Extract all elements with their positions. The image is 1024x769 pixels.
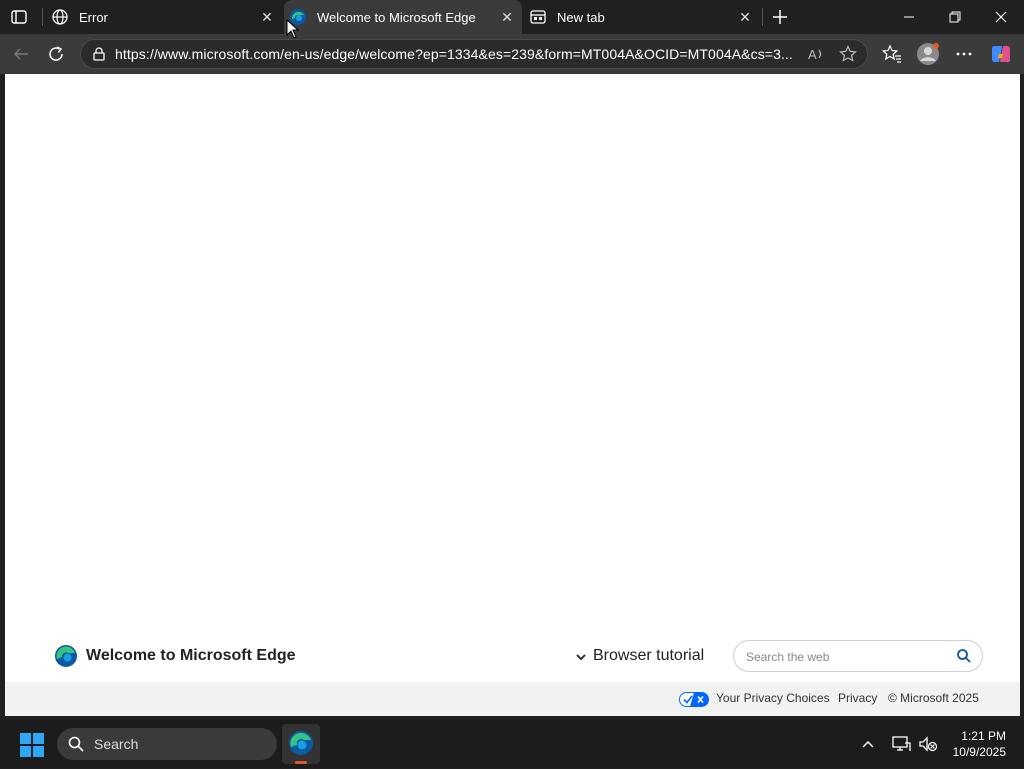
volume-muted-icon[interactable]: [918, 734, 938, 754]
favorites-icon[interactable]: [877, 39, 907, 69]
windows-start-icon[interactable]: [20, 733, 44, 757]
minimize-button[interactable]: [886, 0, 932, 34]
search-icon: [68, 736, 84, 752]
search-icon[interactable]: [956, 648, 972, 664]
close-tab-icon[interactable]: ✕: [736, 8, 754, 26]
tab-error[interactable]: Error ✕: [46, 0, 282, 34]
close-tab-icon[interactable]: ✕: [258, 8, 276, 26]
title-bar: Error ✕ Welcome to Microsoft Edge ✕ New …: [0, 0, 1024, 34]
tab-new-tab[interactable]: New tab ✕: [524, 0, 760, 34]
privacy-link[interactable]: Privacy: [838, 691, 877, 705]
browser-tutorial-toggle[interactable]: Browser tutorial: [575, 647, 704, 665]
copilot-icon[interactable]: [986, 39, 1016, 69]
clock-time: 1:21 PM: [961, 729, 1006, 743]
edge-taskbar-icon[interactable]: [282, 724, 320, 764]
web-search-box[interactable]: [733, 640, 983, 672]
taskbar-search-label: Search: [94, 736, 139, 752]
read-aloud-icon[interactable]: A: [807, 45, 825, 63]
mouse-cursor-icon: [286, 18, 300, 39]
tab-title: Welcome to Microsoft Edge: [317, 9, 476, 25]
globe-icon: [51, 8, 69, 26]
clock-date: 10/9/2025: [952, 745, 1006, 759]
windows-taskbar: Search 1:21 PM 10/9/2025: [0, 720, 1024, 768]
page-title: Welcome to Microsoft Edge: [86, 647, 296, 664]
tab-title: Error: [79, 9, 108, 25]
svg-text:A: A: [808, 47, 817, 62]
close-window-button[interactable]: [978, 0, 1024, 34]
search-input[interactable]: [746, 648, 946, 666]
page-content: Welcome to Microsoft Edge Browser tutori…: [5, 74, 1020, 716]
more-options-icon[interactable]: [949, 39, 979, 69]
edge-logo-icon: [54, 644, 78, 668]
address-bar[interactable]: https://www.microsoft.com/en-us/edge/wel…: [80, 39, 868, 69]
browser-toolbar: https://www.microsoft.com/en-us/edge/wel…: [0, 34, 1024, 74]
tab-actions-icon[interactable]: [10, 8, 28, 26]
tab-title: New tab: [557, 9, 605, 25]
copyright-text: © Microsoft 2025: [888, 691, 979, 705]
restore-button[interactable]: [932, 0, 978, 34]
browser-tutorial-label: Browser tutorial: [593, 647, 705, 664]
privacy-choices-icon: [679, 692, 709, 707]
newtab-icon: [529, 8, 547, 26]
url-text[interactable]: https://www.microsoft.com/en-us/edge/wel…: [115, 46, 793, 62]
privacy-choices-link[interactable]: Your Privacy Choices: [716, 691, 830, 705]
profile-avatar-icon[interactable]: [913, 39, 943, 69]
taskbar-search-box[interactable]: Search: [57, 728, 277, 760]
refresh-icon[interactable]: [41, 39, 71, 69]
tab-divider: [762, 8, 763, 26]
back-arrow-icon[interactable]: [6, 39, 36, 69]
system-clock[interactable]: 1:21 PM 10/9/2025: [953, 728, 1006, 760]
network-icon[interactable]: [891, 734, 911, 754]
tab-divider: [42, 8, 43, 26]
favorite-star-icon[interactable]: [839, 45, 857, 63]
close-tab-icon[interactable]: ✕: [498, 8, 516, 26]
new-tab-plus-icon[interactable]: [770, 7, 790, 27]
chevron-down-icon: [575, 650, 587, 662]
lock-icon[interactable]: [91, 46, 107, 62]
chevron-up-icon[interactable]: [860, 736, 876, 752]
tab-welcome-edge[interactable]: Welcome to Microsoft Edge ✕: [284, 0, 522, 34]
